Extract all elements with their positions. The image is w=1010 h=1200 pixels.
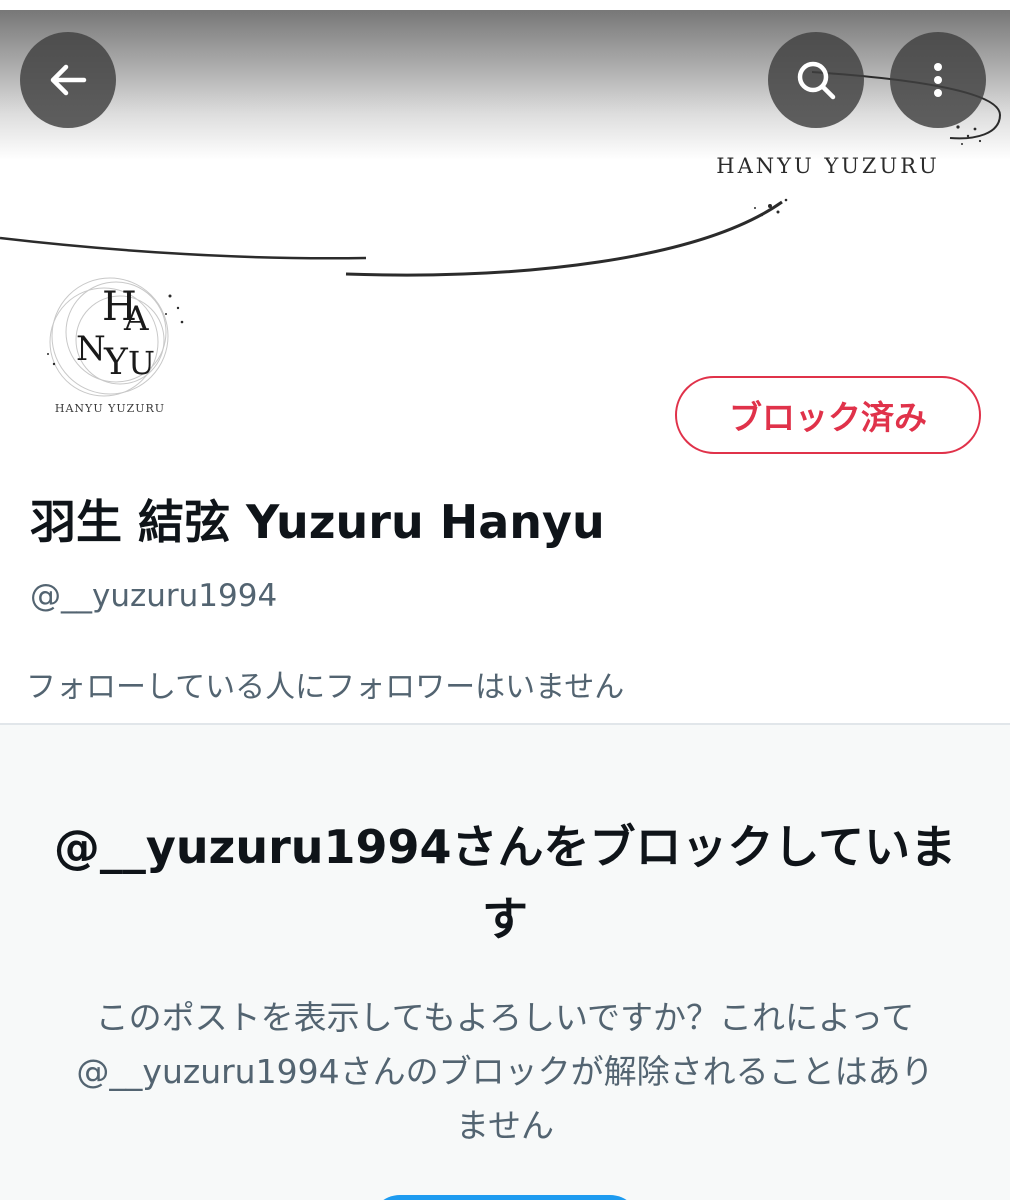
user-handle: @__yuzuru1994 [30,578,278,614]
blocked-notice-panel: @__yuzuru1994さんをブロックしています このポストを表示してもよろし… [0,725,1010,1200]
avatar-letter-u: U [128,344,155,382]
search-button[interactable] [768,32,864,128]
banner-logo-text: HANYU YUZURU [716,154,940,178]
status-bar-strip [0,0,1010,10]
search-icon [797,61,836,100]
avatar-letter-a: A [123,299,149,339]
blocked-button[interactable]: ブロック済み [675,376,981,454]
follower-note: フォローしている人にフォロワーはいません [26,670,625,705]
avatar-letter-n: N [76,329,106,369]
back-button[interactable] [20,32,116,128]
profile-page: HANYU YUZURU H A N Y U HANYU YUZURU ブロック… [0,0,1010,1200]
avatar-caption: HANYU YUZURU [54,402,166,415]
display-name: 羽生 結弦 Yuzuru Hanyu [30,495,605,549]
blocked-notice-title: @__yuzuru1994さんをブロックしています [53,820,957,946]
arrow-left-icon [50,64,87,96]
more-options-button[interactable] [890,32,986,128]
view-posts-button[interactable] [370,1195,640,1200]
blocked-button-label: ブロック済み [729,398,927,437]
blocked-notice-body: このポストを表示してもよろしいですか？これによって@__yuzuru1994さん… [76,998,934,1145]
avatar-letter-y: Y [103,342,129,383]
more-vertical-icon [934,63,942,97]
avatar[interactable]: H A N Y U HANYU YUZURU [20,256,198,434]
